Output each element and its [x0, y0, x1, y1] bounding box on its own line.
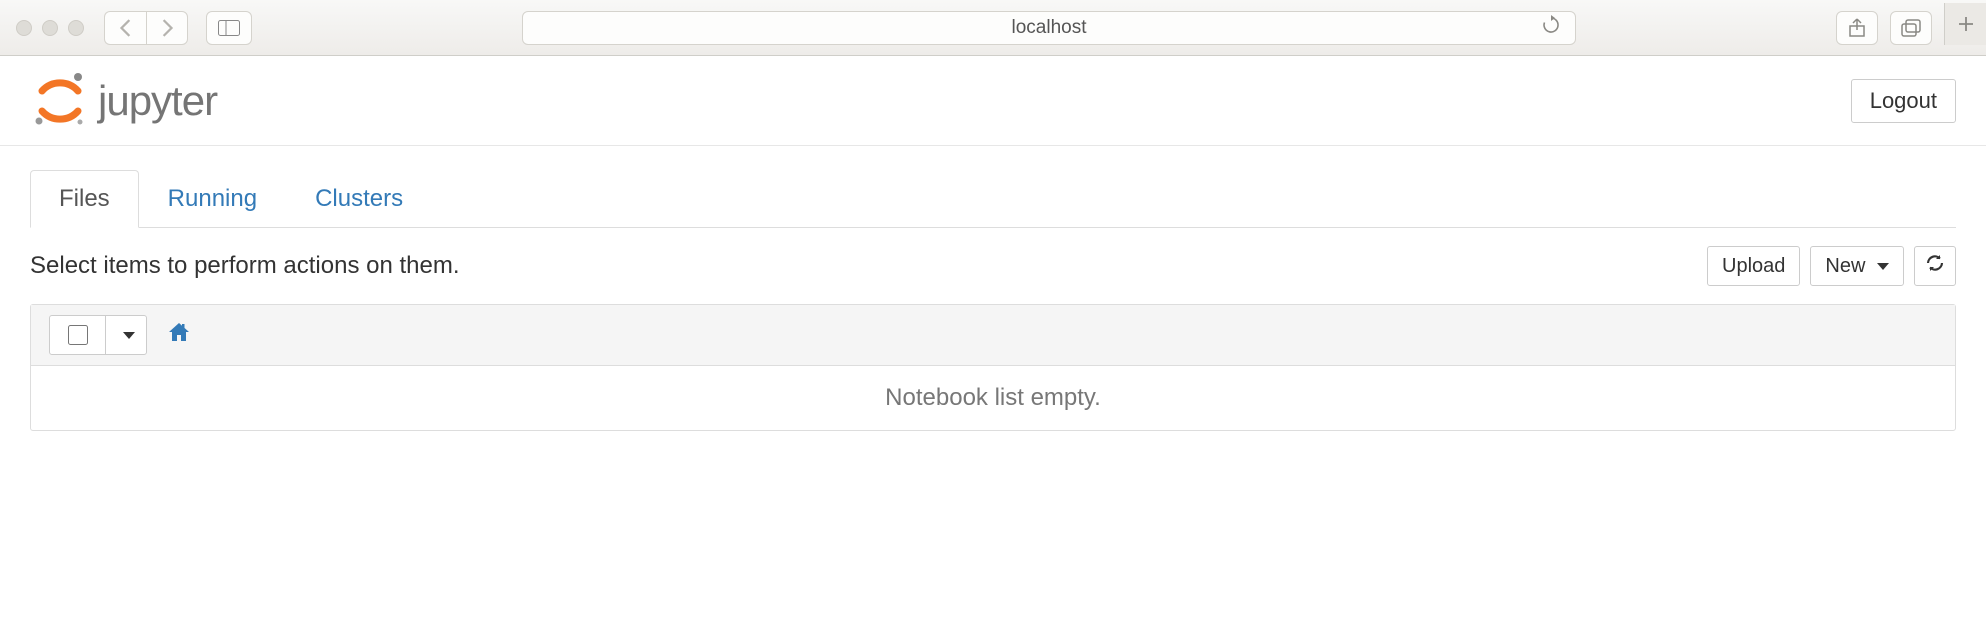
- empty-message: Notebook list empty.: [31, 366, 1955, 430]
- share-button[interactable]: [1836, 11, 1878, 45]
- sidebar-toggle-button[interactable]: [206, 11, 252, 45]
- browser-right-tools: [1836, 11, 1970, 45]
- tab-row: Files Running Clusters: [30, 170, 1956, 228]
- upload-button[interactable]: Upload: [1707, 246, 1800, 286]
- select-all-checkbox-cell[interactable]: [50, 316, 106, 354]
- select-caret-button[interactable]: [106, 316, 146, 354]
- url-text: localhost: [1012, 17, 1087, 39]
- action-buttons: Upload New: [1707, 246, 1956, 286]
- action-hint: Select items to perform actions on them.: [30, 252, 460, 280]
- main-content: Files Running Clusters Select items to p…: [0, 170, 1986, 431]
- jupyter-logo-text: jupyter: [98, 77, 217, 125]
- select-all-group: [49, 315, 147, 355]
- window-maximize-icon[interactable]: [68, 20, 84, 36]
- refresh-icon: [1925, 253, 1945, 273]
- list-header: [31, 305, 1955, 366]
- reload-icon[interactable]: [1541, 15, 1561, 41]
- window-controls: [16, 20, 84, 36]
- jupyter-logo-icon: [30, 71, 90, 131]
- tab-files[interactable]: Files: [30, 170, 139, 228]
- jupyter-header: jupyter Logout: [0, 56, 1986, 146]
- new-tab-button[interactable]: [1944, 3, 1986, 45]
- home-icon: [167, 321, 191, 343]
- window-minimize-icon[interactable]: [42, 20, 58, 36]
- breadcrumb-home[interactable]: [167, 321, 191, 349]
- browser-toolbar: localhost: [0, 0, 1986, 56]
- select-all-checkbox[interactable]: [68, 325, 88, 345]
- forward-button[interactable]: [146, 11, 188, 45]
- chevron-down-icon: [123, 332, 135, 339]
- url-bar[interactable]: localhost: [522, 11, 1576, 45]
- jupyter-logo[interactable]: jupyter: [30, 71, 217, 131]
- action-row: Select items to perform actions on them.…: [30, 228, 1956, 304]
- refresh-button[interactable]: [1914, 246, 1956, 286]
- new-label: New: [1825, 255, 1865, 277]
- chevron-down-icon: [1877, 263, 1889, 270]
- back-button[interactable]: [104, 11, 146, 45]
- new-dropdown-button[interactable]: New: [1810, 246, 1904, 286]
- tab-running[interactable]: Running: [139, 170, 286, 228]
- window-close-icon[interactable]: [16, 20, 32, 36]
- tab-clusters[interactable]: Clusters: [286, 170, 432, 228]
- nav-buttons: [104, 11, 188, 45]
- tabs-button[interactable]: [1890, 11, 1932, 45]
- file-list: Notebook list empty.: [30, 304, 1956, 431]
- logout-button[interactable]: Logout: [1851, 79, 1956, 123]
